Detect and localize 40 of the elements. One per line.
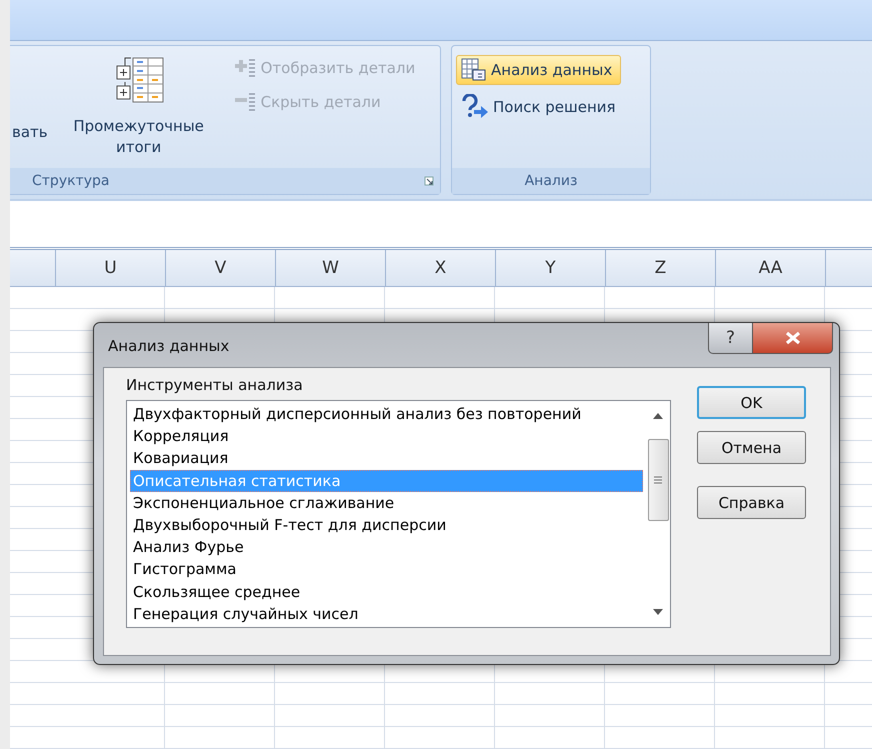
column-header[interactable]: X: [386, 250, 496, 286]
column-header[interactable]: AA: [716, 250, 826, 286]
grip-icon: [654, 476, 662, 484]
list-item[interactable]: Экспоненциальное сглаживание: [130, 492, 643, 514]
ribbon-button[interactable]: вать: [10, 50, 50, 168]
column-header[interactable]: Y: [496, 250, 606, 286]
list-item[interactable]: Анализ Фурье: [130, 536, 643, 558]
show-detail-icon: [232, 58, 257, 78]
list-item[interactable]: Корреляция: [130, 425, 643, 448]
dialog-button[interactable]: Отмена: [697, 431, 806, 464]
column-header[interactable]: V: [166, 250, 276, 286]
dialog-launcher-icon[interactable]: [424, 176, 434, 186]
scroll-up-icon[interactable]: [653, 413, 663, 419]
close-button[interactable]: [753, 323, 833, 354]
dialog-button[interactable]: Справка: [697, 486, 806, 519]
tools-listbox[interactable]: [126, 400, 671, 628]
column-header[interactable]: W: [276, 250, 386, 286]
ribbon-button[interactable]: Анализ данных: [456, 55, 621, 85]
list-item[interactable]: Гистограмма: [130, 558, 643, 581]
list-item[interactable]: Генерация случайных чисел: [130, 602, 643, 626]
help-button[interactable]: ?: [708, 323, 753, 354]
list-item[interactable]: Двухвыборочный F-тест для дисперсии: [130, 514, 643, 536]
group-label: Структура: [32, 173, 110, 189]
list-item[interactable]: Ковариация: [130, 447, 643, 470]
list-item[interactable]: Двухфакторный дисперсионный анализ без повторений: [130, 403, 643, 426]
question-arrow-icon: [461, 94, 489, 120]
column-header[interactable]: Z: [606, 250, 716, 286]
ribbon-button[interactable]: Промежуточные итоги: [60, 50, 218, 168]
column-header[interactable]: U: [56, 250, 166, 286]
scroll-thumb[interactable]: [648, 439, 668, 521]
list-item[interactable]: Скользящее среднее: [130, 580, 643, 603]
dialog-title: Анализ данных: [107, 336, 230, 355]
ribbon-button[interactable]: Поиск решения: [456, 91, 621, 123]
dialog-button[interactable]: OK: [697, 386, 806, 419]
hide-detail-icon: [232, 92, 257, 112]
list-label: Инструменты анализа: [126, 376, 304, 394]
table-icon: [461, 58, 487, 82]
close-icon: [784, 331, 800, 345]
group-label: Анализ: [524, 173, 578, 189]
scroll-down-icon[interactable]: [653, 609, 663, 615]
